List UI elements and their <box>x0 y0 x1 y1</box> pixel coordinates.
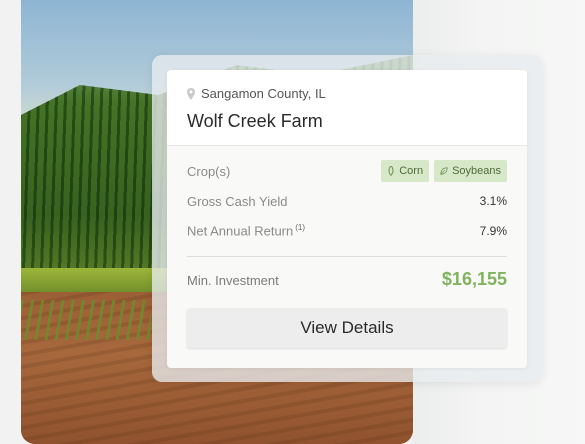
card-header: Sangamon County, IL Wolf Creek Farm <box>167 70 527 146</box>
gross-yield-value: 3.1% <box>479 194 507 208</box>
crop-tags: Corn Soybeans <box>381 160 507 182</box>
net-return-label-wrap: Net Annual Return (1) <box>187 223 305 238</box>
listing-card: Sangamon County, IL Wolf Creek Farm Crop… <box>167 70 527 368</box>
crop-tag-corn-label: Corn <box>399 165 424 177</box>
location-text: Sangamon County, IL <box>201 86 326 101</box>
net-return-value: 7.9% <box>479 224 507 238</box>
min-investment-value: $16,155 <box>441 269 507 289</box>
crops-row: Crop(s) Corn Soybeans <box>187 160 507 182</box>
crops-label: Crop(s) <box>187 163 231 179</box>
net-return-label: Net Annual Return <box>187 223 294 239</box>
divider <box>187 256 507 257</box>
view-details-button[interactable]: View Details <box>187 308 507 348</box>
net-return-row: Net Annual Return (1) 7.9% <box>187 220 507 242</box>
gross-yield-label: Gross Cash Yield <box>187 193 288 209</box>
net-return-footnote[interactable]: (1) <box>295 223 305 232</box>
location: Sangamon County, IL <box>187 86 326 101</box>
crop-tag-soybeans-label: Soybeans <box>452 165 501 177</box>
crop-tag-soybeans: Soybeans <box>434 160 507 182</box>
min-investment-label: Min. Investment <box>187 273 279 288</box>
corn-icon <box>388 166 394 176</box>
farm-name: Wolf Creek Farm <box>187 111 323 131</box>
gross-yield-row: Gross Cash Yield 3.1% <box>187 190 507 212</box>
map-pin-icon <box>187 87 195 100</box>
crop-tag-corn: Corn <box>381 160 430 182</box>
leaf-icon <box>440 167 448 175</box>
photo-sprouts <box>21 300 151 340</box>
